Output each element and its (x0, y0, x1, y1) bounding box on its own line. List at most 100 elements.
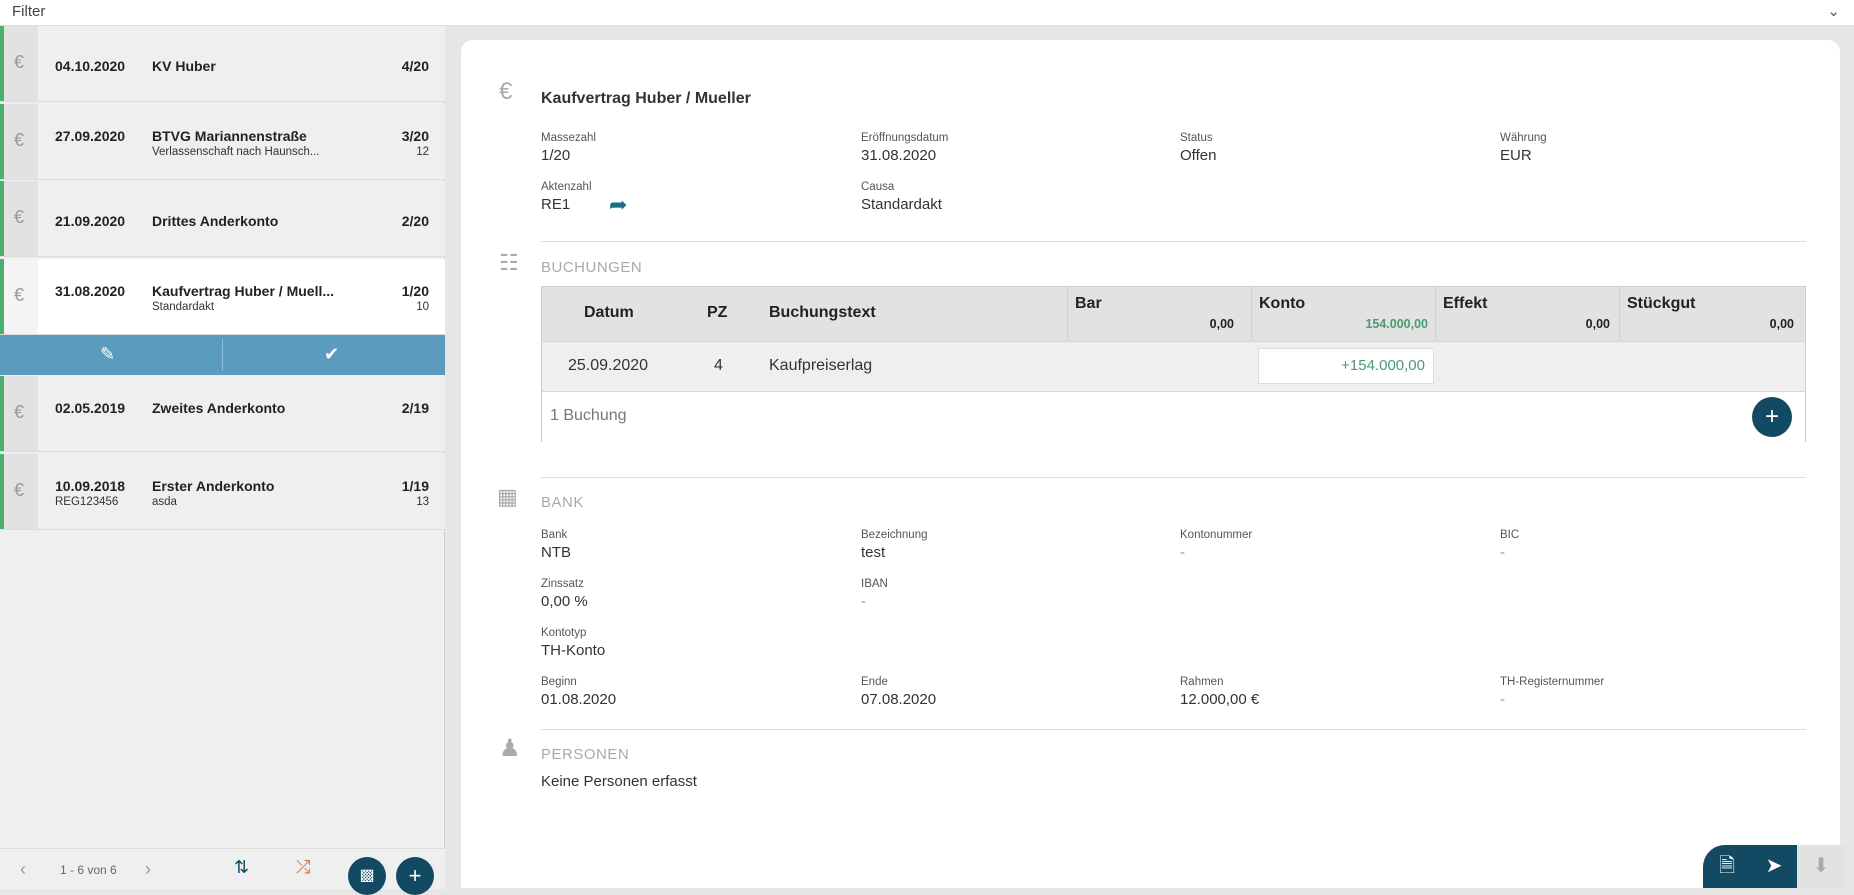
kontotyp-value: TH-Konto (541, 642, 606, 659)
euro-icon-cell: € (4, 259, 38, 334)
item-sub-number: 12 (416, 146, 429, 158)
item-title: KV Huber (152, 58, 216, 74)
send-button[interactable]: ➤ (1750, 845, 1798, 888)
bank-value: NTB (541, 544, 571, 561)
col-buchungstext[interactable]: Buchungstext (769, 304, 876, 322)
pager: ‹ 1 - 6 von 6 › ⇅ ⤮ ▩ + (0, 848, 445, 895)
plus-icon: + (408, 863, 422, 888)
status-label: Status (1180, 132, 1213, 144)
item-date: 21.09.2020 (55, 213, 126, 229)
bic-label: BIC (1500, 529, 1520, 541)
detail-panel: € Kaufvertrag Huber / Mueller Massezahl … (461, 40, 1840, 888)
item-title: Zweites Anderkonto (152, 400, 286, 416)
bank-card-icon: ▦ (497, 484, 518, 509)
causa-value: Standardakt (861, 196, 942, 213)
document-action-bar: 🗎 ➤ ⬇ (1703, 845, 1845, 888)
sort-icon[interactable]: ⇅ (234, 857, 249, 878)
next-page-icon[interactable]: › (145, 859, 151, 880)
edit-button[interactable]: ✎ (0, 335, 222, 375)
item-number: 1/19 (401, 478, 429, 494)
bookings-table: Datum PZ Buchungstext Bar 0,00 Konto 154… (541, 286, 1806, 442)
euro-icon-cell: € (4, 376, 38, 451)
chart-button[interactable]: ▩ (348, 857, 386, 895)
check-icon: ✔ (324, 344, 340, 364)
kontotyp-label: Kontotyp (541, 627, 587, 639)
item-title: Erster Anderkonto (152, 478, 275, 494)
total-konto: 154.000,00 (1365, 317, 1428, 331)
filter-bar[interactable]: Filter ⌄ (0, 0, 1854, 26)
item-number: 4/20 (401, 58, 429, 74)
iban-label: IBAN (861, 578, 888, 590)
euro-icon-cell: € (4, 181, 38, 256)
pencil-icon: ✎ (100, 344, 116, 364)
row-pz: 4 (714, 357, 723, 374)
add-account-button[interactable]: + (396, 857, 434, 895)
download-button[interactable]: ⬇ (1797, 845, 1845, 888)
list-item[interactable]: € 27.09.2020 BTVG Mariannenstraße Verlas… (0, 104, 445, 180)
col-separator (1067, 287, 1068, 341)
item-extra: REG123456 (55, 496, 119, 508)
list-item[interactable]: € 10.09.2018 REG123456 Erster Anderkonto… (0, 454, 445, 530)
row-datum: 25.09.2020 (568, 357, 649, 374)
massezahl-value: 1/20 (541, 147, 571, 164)
divider (541, 477, 1806, 478)
row-buchungstext: Kaufpreiserlag (769, 357, 873, 374)
euro-icon: € (14, 130, 25, 150)
item-title: Drittes Anderkonto (152, 213, 279, 229)
bezeichnung-value: test (861, 544, 886, 561)
item-date: 10.09.2018 (55, 478, 126, 494)
bezeichnung-label: Bezeichnung (861, 529, 928, 541)
chart-icon: ▩ (359, 867, 375, 884)
item-number: 2/20 (401, 213, 429, 229)
col-pz[interactable]: PZ (707, 304, 727, 322)
row-konto-cell[interactable]: +154.000,00 (1258, 348, 1434, 384)
causa-label: Causa (861, 181, 895, 193)
table-row[interactable]: 25.09.2020 4 Kaufpreiserlag +154.000,00 (542, 341, 1805, 392)
beginn-value: 01.08.2020 (541, 691, 617, 708)
col-separator (1435, 287, 1436, 341)
ende-value: 07.08.2020 (861, 691, 937, 708)
zinssatz-value: 0,00 % (541, 593, 588, 610)
add-booking-button[interactable]: + (1752, 397, 1792, 437)
beginn-label: Beginn (541, 676, 577, 688)
table-header: Datum PZ Buchungstext Bar 0,00 Konto 154… (542, 287, 1805, 341)
col-bar[interactable]: Bar (1075, 295, 1102, 313)
receipt-icon: ☷ (499, 250, 519, 275)
col-datum[interactable]: Datum (584, 304, 634, 322)
item-title: Kaufvertrag Huber / Muell... (152, 283, 335, 299)
euro-icon: € (14, 207, 25, 227)
col-stueckgut[interactable]: Stückgut (1627, 295, 1695, 313)
filter-label: Filter (12, 3, 46, 20)
col-separator (1619, 287, 1620, 341)
eroeffnung-value: 31.08.2020 (861, 147, 937, 164)
list-item-selected[interactable]: € 31.08.2020 Kaufvertrag Huber / Muell..… (0, 259, 445, 335)
list-item[interactable]: € 04.10.2020 KV Huber 4/20 (0, 26, 445, 102)
shuffle-icon[interactable]: ⤮ (296, 857, 310, 878)
item-number: 2/19 (401, 400, 429, 416)
pdf-button[interactable]: 🗎 (1703, 845, 1751, 888)
col-konto[interactable]: Konto (1259, 295, 1305, 313)
divider (541, 729, 1806, 730)
list-item[interactable]: € 02.05.2019 Zweites Anderkonto 2/19 (0, 376, 445, 452)
col-effekt[interactable]: Effekt (1443, 295, 1487, 313)
item-sub-number: 13 (416, 496, 429, 508)
kontonummer-label: Kontonummer (1180, 529, 1253, 541)
personen-empty: Keine Personen erfasst (541, 773, 697, 790)
euro-icon: € (14, 285, 25, 305)
item-sub-number: 10 (416, 301, 429, 313)
chevron-down-icon[interactable]: ⌄ (1827, 2, 1840, 20)
col-separator (1251, 287, 1252, 341)
iban-value: - (861, 593, 866, 610)
personen-heading: PERSONEN (541, 746, 630, 763)
total-effekt: 0,00 (1585, 317, 1610, 331)
prev-page-icon[interactable]: ‹ (20, 859, 26, 880)
confirm-button[interactable]: ✔ (223, 335, 445, 375)
pdf-icon: 🗎 (1718, 855, 1736, 877)
share-icon[interactable]: ➦ (609, 192, 627, 218)
euro-icon-cell: € (4, 454, 38, 529)
euro-icon: € (14, 480, 25, 500)
list-item[interactable]: € 21.09.2020 Drittes Anderkonto 2/20 (0, 181, 445, 257)
waehrung-label: Währung (1500, 132, 1547, 144)
booking-count: 1 Buchung (550, 407, 627, 424)
item-date: 04.10.2020 (55, 58, 126, 74)
